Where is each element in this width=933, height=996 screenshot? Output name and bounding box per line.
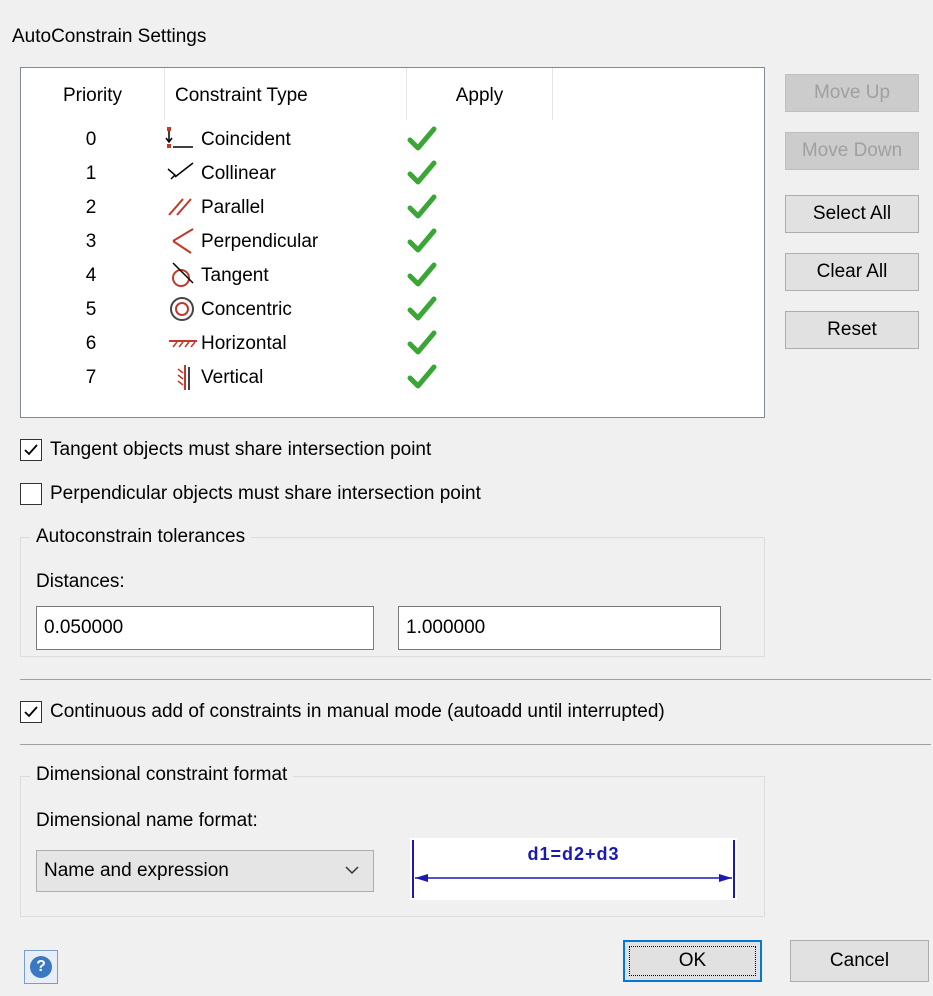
select-all-button[interactable]: Select All bbox=[785, 195, 919, 233]
move-up-button[interactable]: Move Up bbox=[785, 74, 919, 112]
help-button[interactable]: ? bbox=[24, 950, 58, 984]
column-header-priority[interactable]: Priority bbox=[21, 68, 164, 124]
continuous-add-checkbox[interactable] bbox=[20, 701, 42, 723]
cancel-button[interactable]: Cancel bbox=[790, 940, 929, 982]
perpendicular-share-label: Perpendicular objects must share interse… bbox=[50, 483, 481, 504]
perpendicular-share-checkbox[interactable] bbox=[20, 483, 42, 505]
column-header-apply[interactable]: Apply bbox=[407, 68, 552, 124]
help-icon: ? bbox=[30, 956, 52, 978]
perpendicular-icon bbox=[165, 227, 199, 255]
chevron-down-icon bbox=[345, 851, 359, 906]
focus-rect bbox=[629, 946, 756, 976]
column-divider bbox=[552, 68, 553, 120]
apply-check-icon[interactable] bbox=[406, 192, 440, 222]
table-row[interactable]: 7 Vertical bbox=[21, 360, 761, 394]
apply-check-icon[interactable] bbox=[406, 294, 440, 324]
tangent-share-option[interactable]: Tangent objects must share intersection … bbox=[20, 438, 620, 466]
apply-check-icon[interactable] bbox=[406, 260, 440, 290]
distance-tolerance-input[interactable]: 0.050000 bbox=[36, 606, 374, 650]
row-constraint-name: Collinear bbox=[201, 163, 276, 184]
tangent-share-checkbox[interactable] bbox=[20, 439, 42, 461]
constraints-table[interactable]: Priority Constraint Type Apply 0 Coincid… bbox=[20, 67, 765, 418]
row-priority: 1 bbox=[85, 163, 97, 184]
row-constraint-name: Vertical bbox=[201, 367, 264, 388]
table-row[interactable]: 6 Horizontal bbox=[21, 326, 761, 360]
name-format-select[interactable]: Name and expression bbox=[36, 850, 374, 892]
apply-check-icon[interactable] bbox=[406, 158, 440, 188]
apply-check-icon[interactable] bbox=[406, 226, 440, 256]
row-constraint-name: Tangent bbox=[201, 265, 269, 286]
table-row[interactable]: 2 Parallel bbox=[21, 190, 761, 224]
dimension-preview-text: d1=d2+d3 bbox=[527, 844, 620, 864]
coincident-icon bbox=[165, 125, 199, 153]
table-row[interactable]: 1 Collinear bbox=[21, 156, 761, 190]
name-format-label: Dimensional name format: bbox=[36, 810, 258, 831]
column-divider bbox=[164, 68, 165, 120]
apply-check-icon[interactable] bbox=[406, 362, 440, 392]
row-priority: 2 bbox=[85, 197, 97, 218]
concentric-icon bbox=[165, 295, 199, 323]
parallel-icon bbox=[165, 193, 199, 221]
row-constraint-name: Horizontal bbox=[201, 333, 287, 354]
move-down-button[interactable]: Move Down bbox=[785, 132, 919, 170]
dialog-title: AutoConstrain Settings bbox=[12, 26, 207, 47]
name-format-value: Name and expression bbox=[44, 860, 229, 881]
row-priority: 7 bbox=[85, 367, 97, 388]
table-row[interactable]: 3 Perpendicular bbox=[21, 224, 761, 258]
tolerances-legend: Autoconstrain tolerances bbox=[30, 526, 252, 548]
continuous-add-label: Continuous add of constraints in manual … bbox=[50, 701, 665, 722]
collinear-icon bbox=[165, 159, 199, 187]
row-constraint-name: Concentric bbox=[201, 299, 292, 320]
distances-label: Distances: bbox=[36, 571, 125, 592]
row-priority: 4 bbox=[85, 265, 97, 286]
separator bbox=[20, 744, 931, 745]
table-row[interactable]: 0 Coincident bbox=[21, 122, 761, 156]
row-priority: 3 bbox=[85, 231, 97, 252]
row-constraint-name: Parallel bbox=[201, 197, 265, 218]
tangent-icon bbox=[165, 261, 199, 289]
ok-button[interactable]: OK bbox=[623, 940, 762, 982]
table-row[interactable]: 5 Concentric bbox=[21, 292, 761, 326]
separator bbox=[20, 679, 931, 680]
perpendicular-share-option[interactable]: Perpendicular objects must share interse… bbox=[20, 482, 620, 510]
row-priority: 5 bbox=[85, 299, 97, 320]
vertical-icon bbox=[165, 363, 199, 391]
table-row[interactable]: 4 Tangent bbox=[21, 258, 761, 292]
continuous-add-option[interactable]: Continuous add of constraints in manual … bbox=[20, 700, 920, 728]
row-constraint-name: Coincident bbox=[201, 129, 291, 150]
apply-check-icon[interactable] bbox=[406, 328, 440, 358]
row-priority: 0 bbox=[85, 129, 97, 150]
apply-check-icon[interactable] bbox=[406, 124, 440, 154]
row-constraint-name: Perpendicular bbox=[201, 231, 319, 252]
horizontal-icon bbox=[165, 329, 199, 357]
tangent-share-label: Tangent objects must share intersection … bbox=[50, 439, 432, 460]
angle-tolerance-input[interactable]: 1.000000 bbox=[398, 606, 721, 650]
dimensional-format-legend: Dimensional constraint format bbox=[30, 764, 294, 786]
clear-all-button[interactable]: Clear All bbox=[785, 253, 919, 291]
reset-button[interactable]: Reset bbox=[785, 311, 919, 349]
column-header-constraint-type[interactable]: Constraint Type bbox=[175, 68, 405, 124]
row-priority: 6 bbox=[85, 333, 97, 354]
dimension-preview: d1=d2+d3 bbox=[410, 838, 737, 900]
